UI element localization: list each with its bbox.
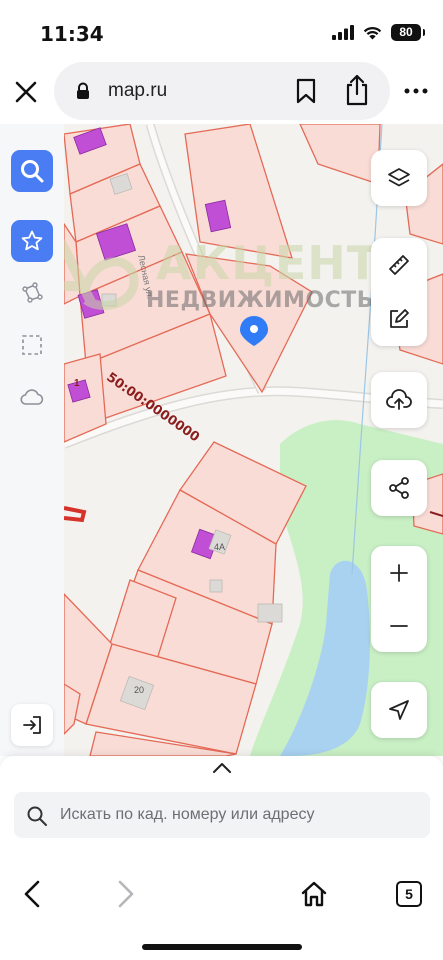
house-number: 4A xyxy=(214,542,226,552)
browser-navigation: 5 xyxy=(0,866,443,960)
tabs-button[interactable]: 5 xyxy=(396,881,422,907)
upload-button[interactable] xyxy=(371,372,427,428)
measure-tools-group xyxy=(371,238,427,346)
layers-icon xyxy=(388,168,410,187)
more-icon[interactable] xyxy=(404,78,428,104)
locate-button[interactable] xyxy=(371,682,427,738)
polygon-icon xyxy=(22,282,43,303)
house-number: 20 xyxy=(134,685,145,695)
zoom-controls xyxy=(371,546,427,652)
search-icon xyxy=(21,160,44,183)
layers-button[interactable] xyxy=(371,150,427,206)
wifi-icon xyxy=(363,26,382,40)
search-input[interactable] xyxy=(60,792,420,838)
forward-arrow-icon[interactable] xyxy=(114,880,136,908)
share-nodes-icon xyxy=(389,477,409,499)
select-area-button[interactable] xyxy=(11,324,53,366)
battery-indicator: 80 xyxy=(391,24,425,41)
status-bar: 11:34 80 xyxy=(0,0,443,62)
ruler-icon[interactable] xyxy=(387,253,411,277)
close-icon[interactable] xyxy=(12,78,40,106)
lock-icon xyxy=(77,82,89,99)
share-icon[interactable] xyxy=(344,74,370,106)
url-text: map.ru xyxy=(108,80,168,101)
home-icon[interactable] xyxy=(300,880,328,908)
signal-icon xyxy=(332,25,354,40)
polygon-tool-button[interactable] xyxy=(11,272,53,314)
bottom-search-sheet xyxy=(0,756,443,866)
star-icon xyxy=(21,230,43,251)
search-icon xyxy=(27,806,47,826)
chevron-up-icon[interactable] xyxy=(212,762,232,774)
url-field[interactable]: map.ru xyxy=(54,62,390,120)
map-drawing xyxy=(0,124,443,756)
search-box xyxy=(14,792,430,838)
left-toolbar xyxy=(0,124,64,756)
share-map-button[interactable] xyxy=(371,460,427,516)
status-icons: 80 xyxy=(332,24,425,41)
zoom-out-icon[interactable] xyxy=(389,616,409,636)
map-canvas[interactable]: 50:00:0000000 Лесная ул. 20 4A 1 АКЦЕНТ … xyxy=(0,124,443,756)
exit-button[interactable] xyxy=(11,704,53,746)
navigation-arrow-icon xyxy=(389,700,409,720)
cloud-icon xyxy=(20,389,44,405)
browser-address-bar: map.ru xyxy=(0,62,443,124)
login-arrow-icon xyxy=(23,716,41,734)
cloud-upload-icon xyxy=(386,389,412,410)
back-arrow-icon[interactable] xyxy=(22,880,44,908)
favorites-button[interactable] xyxy=(11,220,53,262)
bookmark-icon[interactable] xyxy=(296,78,316,104)
cloud-tool-button[interactable] xyxy=(11,376,53,418)
dashed-square-icon xyxy=(22,335,42,355)
zoom-in-icon[interactable] xyxy=(389,563,409,583)
lot-tag: 1 xyxy=(74,378,80,389)
edit-icon[interactable] xyxy=(387,307,411,331)
search-tool-button[interactable] xyxy=(11,150,53,192)
status-time: 11:34 xyxy=(40,22,104,46)
home-indicator xyxy=(142,944,302,950)
